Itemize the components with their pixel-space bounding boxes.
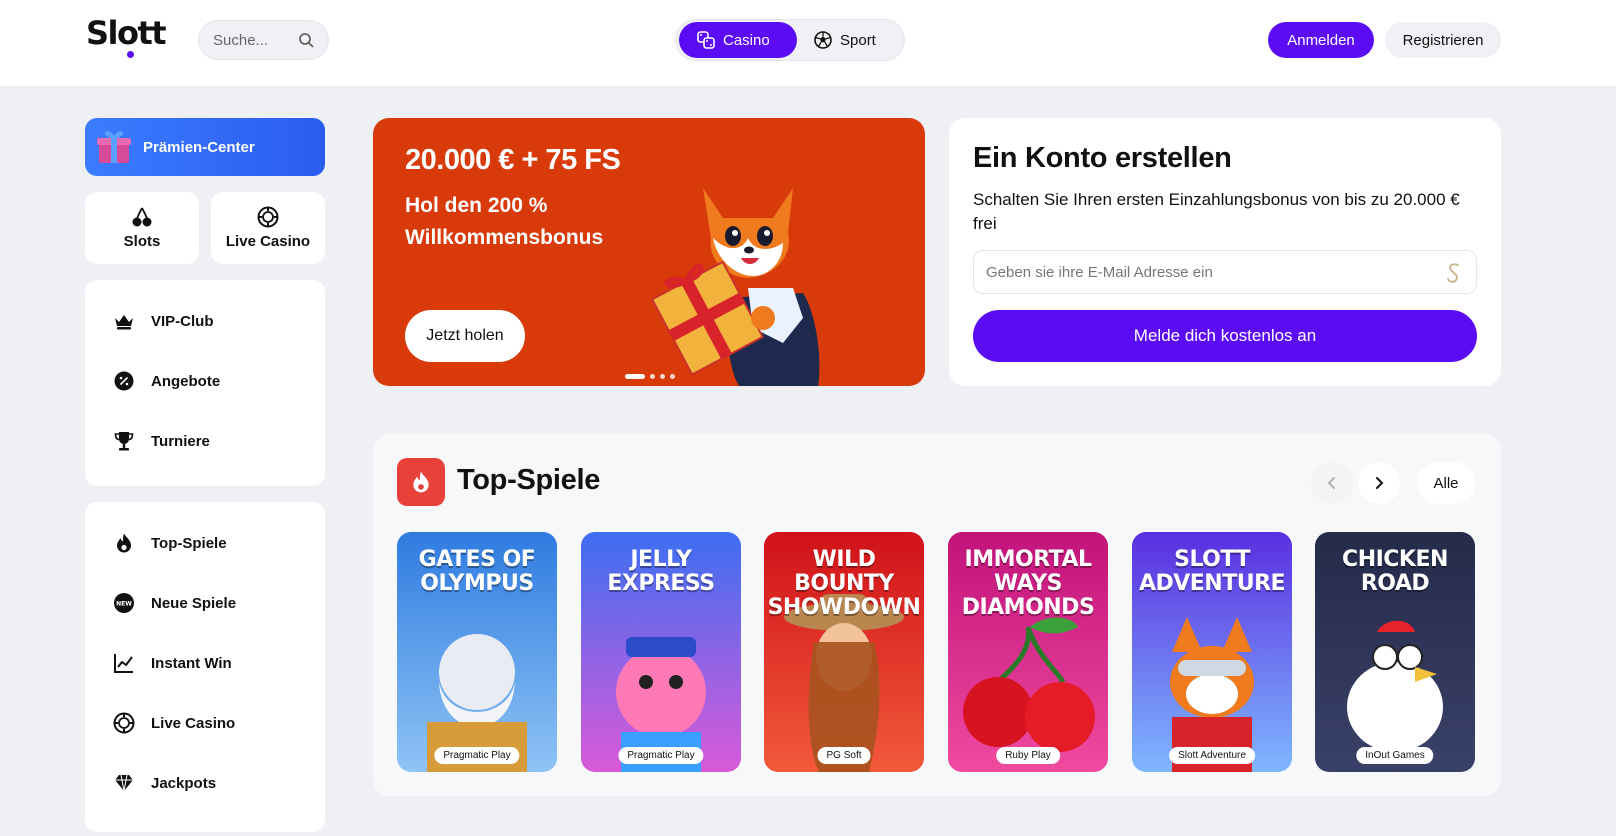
- cherries-icon: [132, 207, 152, 227]
- trophy-icon: [114, 432, 134, 451]
- signup-button[interactable]: Melde dich kostenlos an: [973, 310, 1477, 362]
- sidebar-item-vip-club[interactable]: VIP-Club: [113, 306, 214, 336]
- top-games-section: Top-Spiele Alle Gates of Olympus Pragmati…: [373, 434, 1501, 796]
- game-provider-badge: InOut Games: [1356, 747, 1434, 764]
- svg-text:NEW: NEW: [116, 601, 132, 608]
- game-provider-badge: PG Soft: [817, 747, 871, 764]
- sidebar-item-label: Live Casino: [151, 714, 236, 732]
- promo-title: 20.000 € + 75 FS: [405, 144, 621, 176]
- game-title-logo: Immortal Ways Diamonds: [961, 547, 1095, 620]
- carousel-dot[interactable]: [660, 374, 665, 379]
- chip-icon: [113, 712, 135, 734]
- chart-line-icon: [114, 654, 133, 673]
- fox-mascot-with-gift-image: [650, 188, 820, 386]
- search-icon[interactable]: [298, 32, 314, 48]
- flame-icon: [397, 458, 445, 506]
- reward-center-button[interactable]: Prämien-Center: [85, 118, 325, 176]
- promo-cta-button[interactable]: Jetzt holen: [405, 310, 525, 362]
- section-title: Top-Spiele: [457, 464, 601, 496]
- tile-live-casino-label: Live Casino: [225, 233, 311, 250]
- game-provider-badge: Slott Adventure: [1169, 747, 1255, 764]
- chevron-right-icon: [1376, 477, 1384, 489]
- search-input[interactable]: [213, 21, 293, 59]
- sidebar-item-label: Turniere: [151, 432, 210, 450]
- sidebar-item-label: Angebote: [151, 372, 221, 390]
- carousel-dot[interactable]: [625, 374, 645, 379]
- sidebar-menu-2: Top-Spiele NEW Neue Spiele Instant Win L…: [85, 502, 325, 832]
- dice-icon: [697, 31, 715, 49]
- game-title-logo: Chicken Road: [1342, 547, 1448, 596]
- tab-sport[interactable]: Sport: [802, 22, 902, 58]
- sidebar-item-label: Jackpots: [151, 774, 217, 792]
- game-title-logo: Wild Bounty Showdown: [767, 547, 921, 620]
- sidebar-item-label: Top-Spiele: [151, 534, 227, 552]
- promo-subtitle: Hol den 200 % Willkommensbonus: [405, 194, 604, 249]
- previous-button[interactable]: [1311, 462, 1353, 504]
- promo-banner[interactable]: 20.000 € + 75 FS Hol den 200 % Willkomme…: [373, 118, 925, 386]
- signup-card: Ein Konto erstellen Schalten Sie Ihren e…: [949, 118, 1501, 386]
- flame-icon: [117, 533, 131, 553]
- new-badge-icon: NEW: [114, 593, 134, 613]
- game-card[interactable]: Gates of Olympus Pragmatic Play: [397, 532, 557, 772]
- casino-sport-toggle: Casino Sport: [675, 19, 905, 61]
- chevron-left-icon: [1327, 477, 1335, 489]
- sidebar-item-label: Instant Win: [151, 654, 232, 672]
- email-field-wrapper[interactable]: [973, 250, 1477, 294]
- reward-center-label: Prämien-Center: [143, 138, 255, 156]
- game-provider-badge: Ruby Play: [996, 747, 1060, 764]
- sidebar-item-turniere[interactable]: Turniere: [113, 426, 210, 456]
- sidebar-item-neue-spiele[interactable]: NEW Neue Spiele: [113, 588, 236, 618]
- tile-slots[interactable]: Slots: [85, 192, 199, 264]
- sidebar-item-label: VIP-Club: [151, 312, 214, 330]
- tab-sport-label: Sport: [840, 31, 876, 49]
- game-card[interactable]: Immortal Ways Diamonds Ruby Play: [948, 532, 1108, 772]
- tile-slots-label: Slots: [123, 233, 161, 250]
- game-provider-badge: Pragmatic Play: [618, 747, 704, 764]
- diamond-icon: [115, 774, 133, 792]
- search-box[interactable]: [198, 20, 329, 60]
- game-title-logo: Gates of Olympus: [418, 547, 536, 596]
- top-header: Slott Casino Sport Anmelden Registrieren: [0, 0, 1616, 86]
- game-provider-badge: Pragmatic Play: [434, 747, 520, 764]
- sidebar-item-instant-win[interactable]: Instant Win: [113, 648, 232, 678]
- gift-icon: [97, 131, 131, 163]
- login-button[interactable]: Anmelden: [1268, 22, 1374, 58]
- game-card[interactable]: Jelly Express Pragmatic Play: [581, 532, 741, 772]
- carousel-dot[interactable]: [670, 374, 675, 379]
- logo-dot: [127, 51, 134, 58]
- signup-text: Schalten Sie Ihren ersten Einzahlungsbon…: [973, 190, 1460, 233]
- sidebar-menu-1: VIP-Club Angebote Turniere: [85, 280, 325, 486]
- sidebar-item-jackpots[interactable]: Jackpots: [113, 768, 216, 798]
- tab-casino-label: Casino: [723, 31, 770, 49]
- carousel-dot[interactable]: [650, 374, 655, 379]
- view-all-button[interactable]: Alle: [1417, 462, 1475, 504]
- game-card[interactable]: Slott Adventure Slott Adventure: [1132, 532, 1292, 772]
- chip-icon: [257, 206, 279, 228]
- sidebar-item-top-spiele[interactable]: Top-Spiele: [113, 528, 227, 558]
- register-button[interactable]: Registrieren: [1385, 22, 1501, 58]
- next-button[interactable]: [1358, 462, 1400, 504]
- sidebar-item-live-casino[interactable]: Live Casino: [113, 708, 235, 738]
- slott-logo[interactable]: Slott: [86, 14, 167, 52]
- game-title-logo: Slott Adventure: [1138, 547, 1286, 596]
- game-card[interactable]: Wild Bounty Showdown PG Soft: [764, 532, 924, 772]
- game-card[interactable]: Chicken Road InOut Games: [1315, 532, 1475, 772]
- game-title-logo: Jelly Express: [607, 547, 715, 596]
- signup-title: Ein Konto erstellen: [973, 142, 1232, 174]
- crown-icon: [115, 315, 133, 330]
- discount-badge-icon: [114, 371, 134, 391]
- carousel-dots: [625, 374, 675, 379]
- soccer-ball-icon: [814, 31, 832, 49]
- sidebar-item-label: Neue Spiele: [151, 594, 237, 612]
- email-field[interactable]: [986, 251, 1426, 293]
- tile-live-casino[interactable]: Live Casino: [211, 192, 325, 264]
- slott-s-icon: [1447, 263, 1459, 283]
- tab-casino[interactable]: Casino: [679, 22, 797, 58]
- sidebar-item-angebote[interactable]: Angebote: [113, 366, 220, 396]
